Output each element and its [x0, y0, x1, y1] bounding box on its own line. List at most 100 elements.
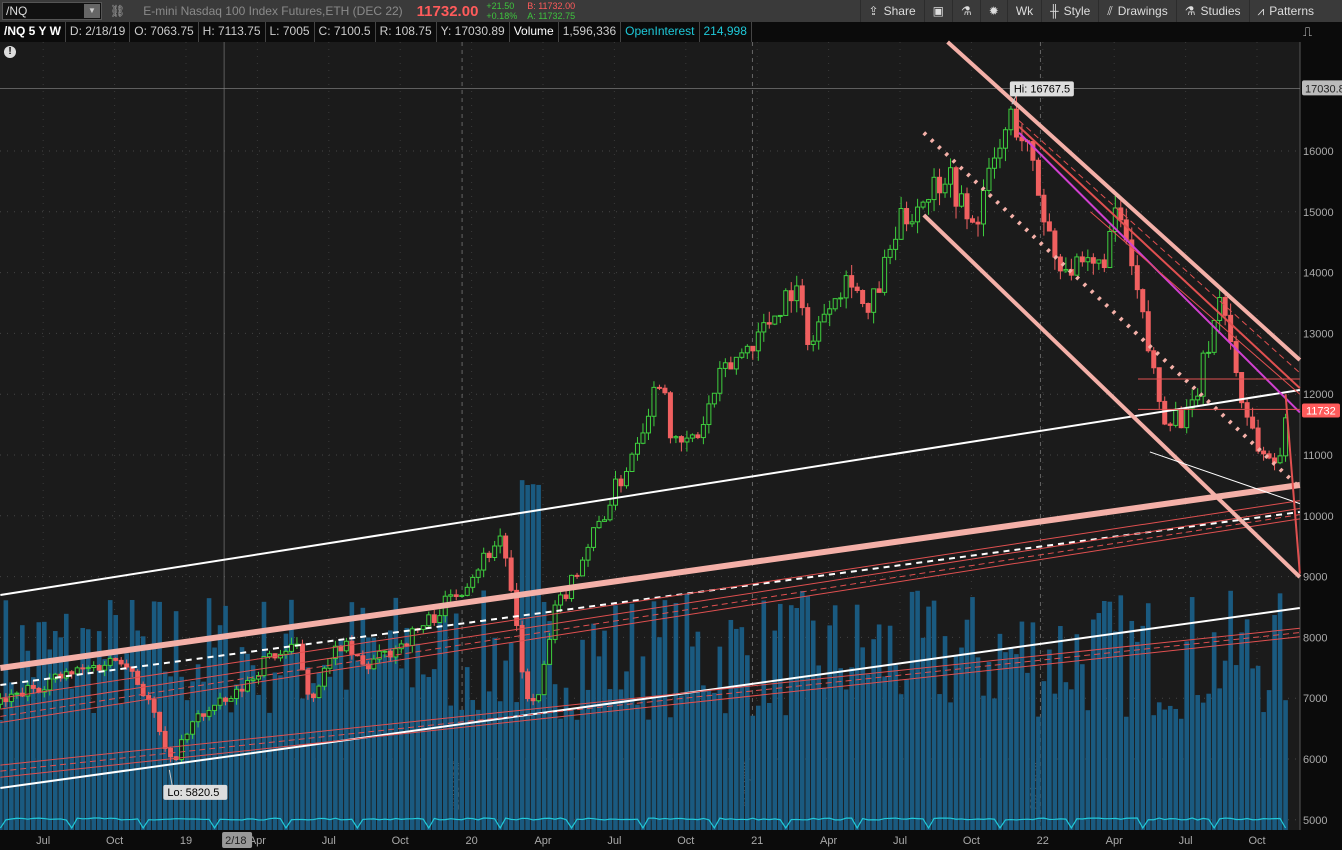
volume-bar	[272, 672, 278, 830]
style-button[interactable]: ╫ Style	[1041, 0, 1098, 22]
y-tick-label: 16000	[1303, 146, 1334, 158]
volume-bar	[129, 599, 135, 830]
candle-body	[245, 680, 251, 692]
volume-bar	[1283, 700, 1288, 830]
candle-body	[975, 221, 981, 225]
volume-bar	[761, 600, 767, 830]
change-percent: +0.18%	[486, 11, 518, 21]
patterns-button[interactable]: ⩘ Patterns	[1248, 0, 1322, 22]
volume-bar	[486, 691, 492, 830]
volume-bar	[662, 600, 668, 830]
volume-bar	[1222, 660, 1228, 830]
volume-bar	[503, 660, 508, 830]
x-tick-label: Jul	[1179, 835, 1193, 847]
volume-bar	[997, 633, 1003, 830]
volume-bar	[959, 647, 964, 830]
volume-bar	[1085, 710, 1091, 830]
net-change: +21.50 +0.18%	[486, 1, 517, 21]
symbol-value: /NQ	[6, 4, 28, 18]
volume-bar	[398, 668, 404, 830]
candle-body	[728, 362, 734, 370]
volume-bar	[613, 605, 618, 830]
candle-body	[750, 345, 756, 352]
candle-body	[8, 693, 14, 703]
volume-bar	[750, 715, 756, 830]
volume-bar	[948, 702, 953, 830]
candle-body	[1151, 350, 1157, 369]
candle-body	[1277, 455, 1283, 464]
candle-body	[1008, 108, 1014, 131]
volume-bar	[124, 653, 129, 830]
volume-bar	[1206, 693, 1211, 830]
candle	[1239, 372, 1245, 409]
candle-body	[541, 663, 547, 696]
patterns-icon: ⩘	[1257, 3, 1265, 18]
volume-bar	[1096, 613, 1102, 830]
candle-body	[212, 704, 218, 712]
y-tick-label: 11000	[1303, 450, 1333, 462]
last-price: 11732.00	[416, 2, 479, 20]
wk-button[interactable]: Wk	[1006, 0, 1041, 22]
studies-button[interactable]: ⚗ Studies	[1175, 0, 1249, 22]
crosshair-price-label: 17030.8	[1305, 83, 1342, 95]
flask-button[interactable]: ⚗	[951, 0, 980, 22]
toolbar-buttons: ⇪ Share ▣ ⚗ ✹ Wk ╫ Style ⫽ Drawings ⚗ Studies ⩘ Patte…	[859, 0, 1322, 22]
candle	[805, 303, 811, 351]
volume-bar	[624, 671, 629, 830]
candle-body	[217, 697, 223, 706]
candle	[519, 620, 525, 679]
symbol-input[interactable]: /NQ ▼	[2, 2, 102, 20]
price-chart[interactable]: 16000 15000 14000 13000 12000 11000 10000 9000 8…	[0, 0, 1342, 850]
link-icon[interactable]: ⛓	[110, 4, 125, 18]
volume-bar	[1058, 626, 1063, 830]
volume-bar	[1112, 631, 1118, 830]
volume-bar	[898, 694, 904, 830]
candle-body	[904, 208, 910, 225]
volume-bar	[14, 692, 20, 830]
candle-body	[266, 653, 272, 658]
candle-body	[1195, 395, 1201, 401]
volume-bar	[920, 637, 926, 830]
button-label: Patterns	[1269, 4, 1314, 18]
share-button[interactable]: ⇪ Share	[859, 0, 924, 22]
volume-bar	[964, 619, 970, 830]
volume-bar	[651, 601, 657, 830]
x-tick-label: Jul	[36, 835, 50, 847]
candle-body	[887, 248, 893, 258]
volume-bar	[1052, 693, 1058, 830]
volume-bar	[827, 625, 832, 830]
drawings-button[interactable]: ⫽ Drawings	[1098, 0, 1175, 22]
volume-bar	[31, 677, 36, 830]
volume-bar	[135, 630, 140, 830]
volume-bar	[20, 625, 25, 830]
x-tick-label: Jul	[322, 835, 336, 847]
volume-bar	[854, 604, 860, 830]
info-date: D: 2/18/19	[66, 22, 131, 42]
volume-bar	[475, 709, 481, 830]
volume-bar	[530, 484, 536, 830]
candle-body	[1184, 407, 1190, 429]
candle-body	[85, 667, 91, 670]
candle	[629, 452, 635, 472]
scale-icon[interactable]: ⎍	[1303, 24, 1312, 40]
alert-button[interactable]: ▣	[923, 0, 952, 22]
candle-body	[437, 615, 443, 623]
volume-bar	[673, 602, 679, 830]
volume-bar	[838, 668, 843, 830]
candle-body	[607, 504, 613, 521]
volume-bar	[1134, 641, 1140, 830]
volume-bar	[777, 603, 783, 830]
candle-body	[926, 199, 932, 203]
x-tick-label: Jul	[607, 835, 621, 847]
volume-bar	[212, 647, 217, 830]
volume-bar	[816, 665, 822, 830]
candle-body	[0, 698, 3, 705]
volume-bar	[569, 710, 574, 830]
alert-icon[interactable]: !	[4, 46, 16, 58]
y-tick-label: 14000	[1303, 268, 1334, 280]
chevron-down-icon[interactable]: ▼	[84, 4, 100, 18]
volume-bar	[541, 601, 547, 830]
candle-body	[1162, 400, 1168, 425]
candle-body	[508, 557, 514, 591]
gear-button[interactable]: ✹	[979, 0, 1007, 22]
